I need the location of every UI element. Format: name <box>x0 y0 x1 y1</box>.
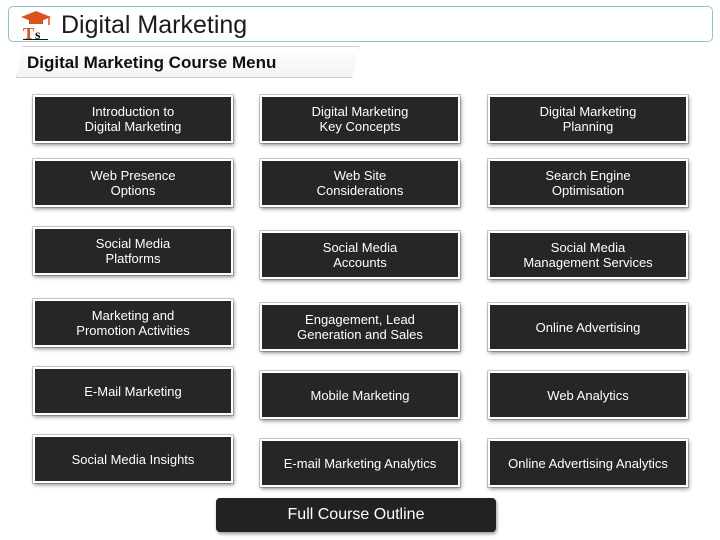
menu-button-email-analytics[interactable]: E-mail Marketing Analytics <box>260 439 460 487</box>
menu-button-online-advertising[interactable]: Online Advertising <box>488 303 688 351</box>
svg-text:s: s <box>35 28 41 40</box>
full-course-outline-button[interactable]: Full Course Outline <box>216 498 496 532</box>
menu-button-email-marketing[interactable]: E-Mail Marketing <box>33 367 233 415</box>
menu-button-planning[interactable]: Digital Marketing Planning <box>488 95 688 143</box>
graduation-cap-logo-icon: T s <box>21 11 51 40</box>
menu-button-social-accounts[interactable]: Social Media Accounts <box>260 231 460 279</box>
app-title: Digital Marketing <box>61 11 248 39</box>
course-menu-heading: Digital Marketing Course Menu <box>16 46 360 78</box>
menu-button-web-site[interactable]: Web Site Considerations <box>260 159 460 207</box>
menu-button-seo[interactable]: Search Engine Optimisation <box>488 159 688 207</box>
menu-button-web-analytics[interactable]: Web Analytics <box>488 371 688 419</box>
menu-button-key-concepts[interactable]: Digital Marketing Key Concepts <box>260 95 460 143</box>
menu-button-social-management[interactable]: Social Media Management Services <box>488 231 688 279</box>
menu-button-marketing-promotion[interactable]: Marketing and Promotion Activities <box>33 299 233 347</box>
menu-button-introduction[interactable]: Introduction to Digital Marketing <box>33 95 233 143</box>
svg-text:T: T <box>23 24 35 40</box>
menu-button-social-platforms[interactable]: Social Media Platforms <box>33 227 233 275</box>
menu-button-social-insights[interactable]: Social Media Insights <box>33 435 233 483</box>
menu-button-web-presence[interactable]: Web Presence Options <box>33 159 233 207</box>
menu-button-engagement[interactable]: Engagement, Lead Generation and Sales <box>260 303 460 351</box>
course-menu-heading-text: Digital Marketing Course Menu <box>27 53 277 72</box>
menu-button-advertising-analytics[interactable]: Online Advertising Analytics <box>488 439 688 487</box>
menu-button-mobile-marketing[interactable]: Mobile Marketing <box>260 371 460 419</box>
title-bar: T s Digital Marketing <box>8 6 713 42</box>
